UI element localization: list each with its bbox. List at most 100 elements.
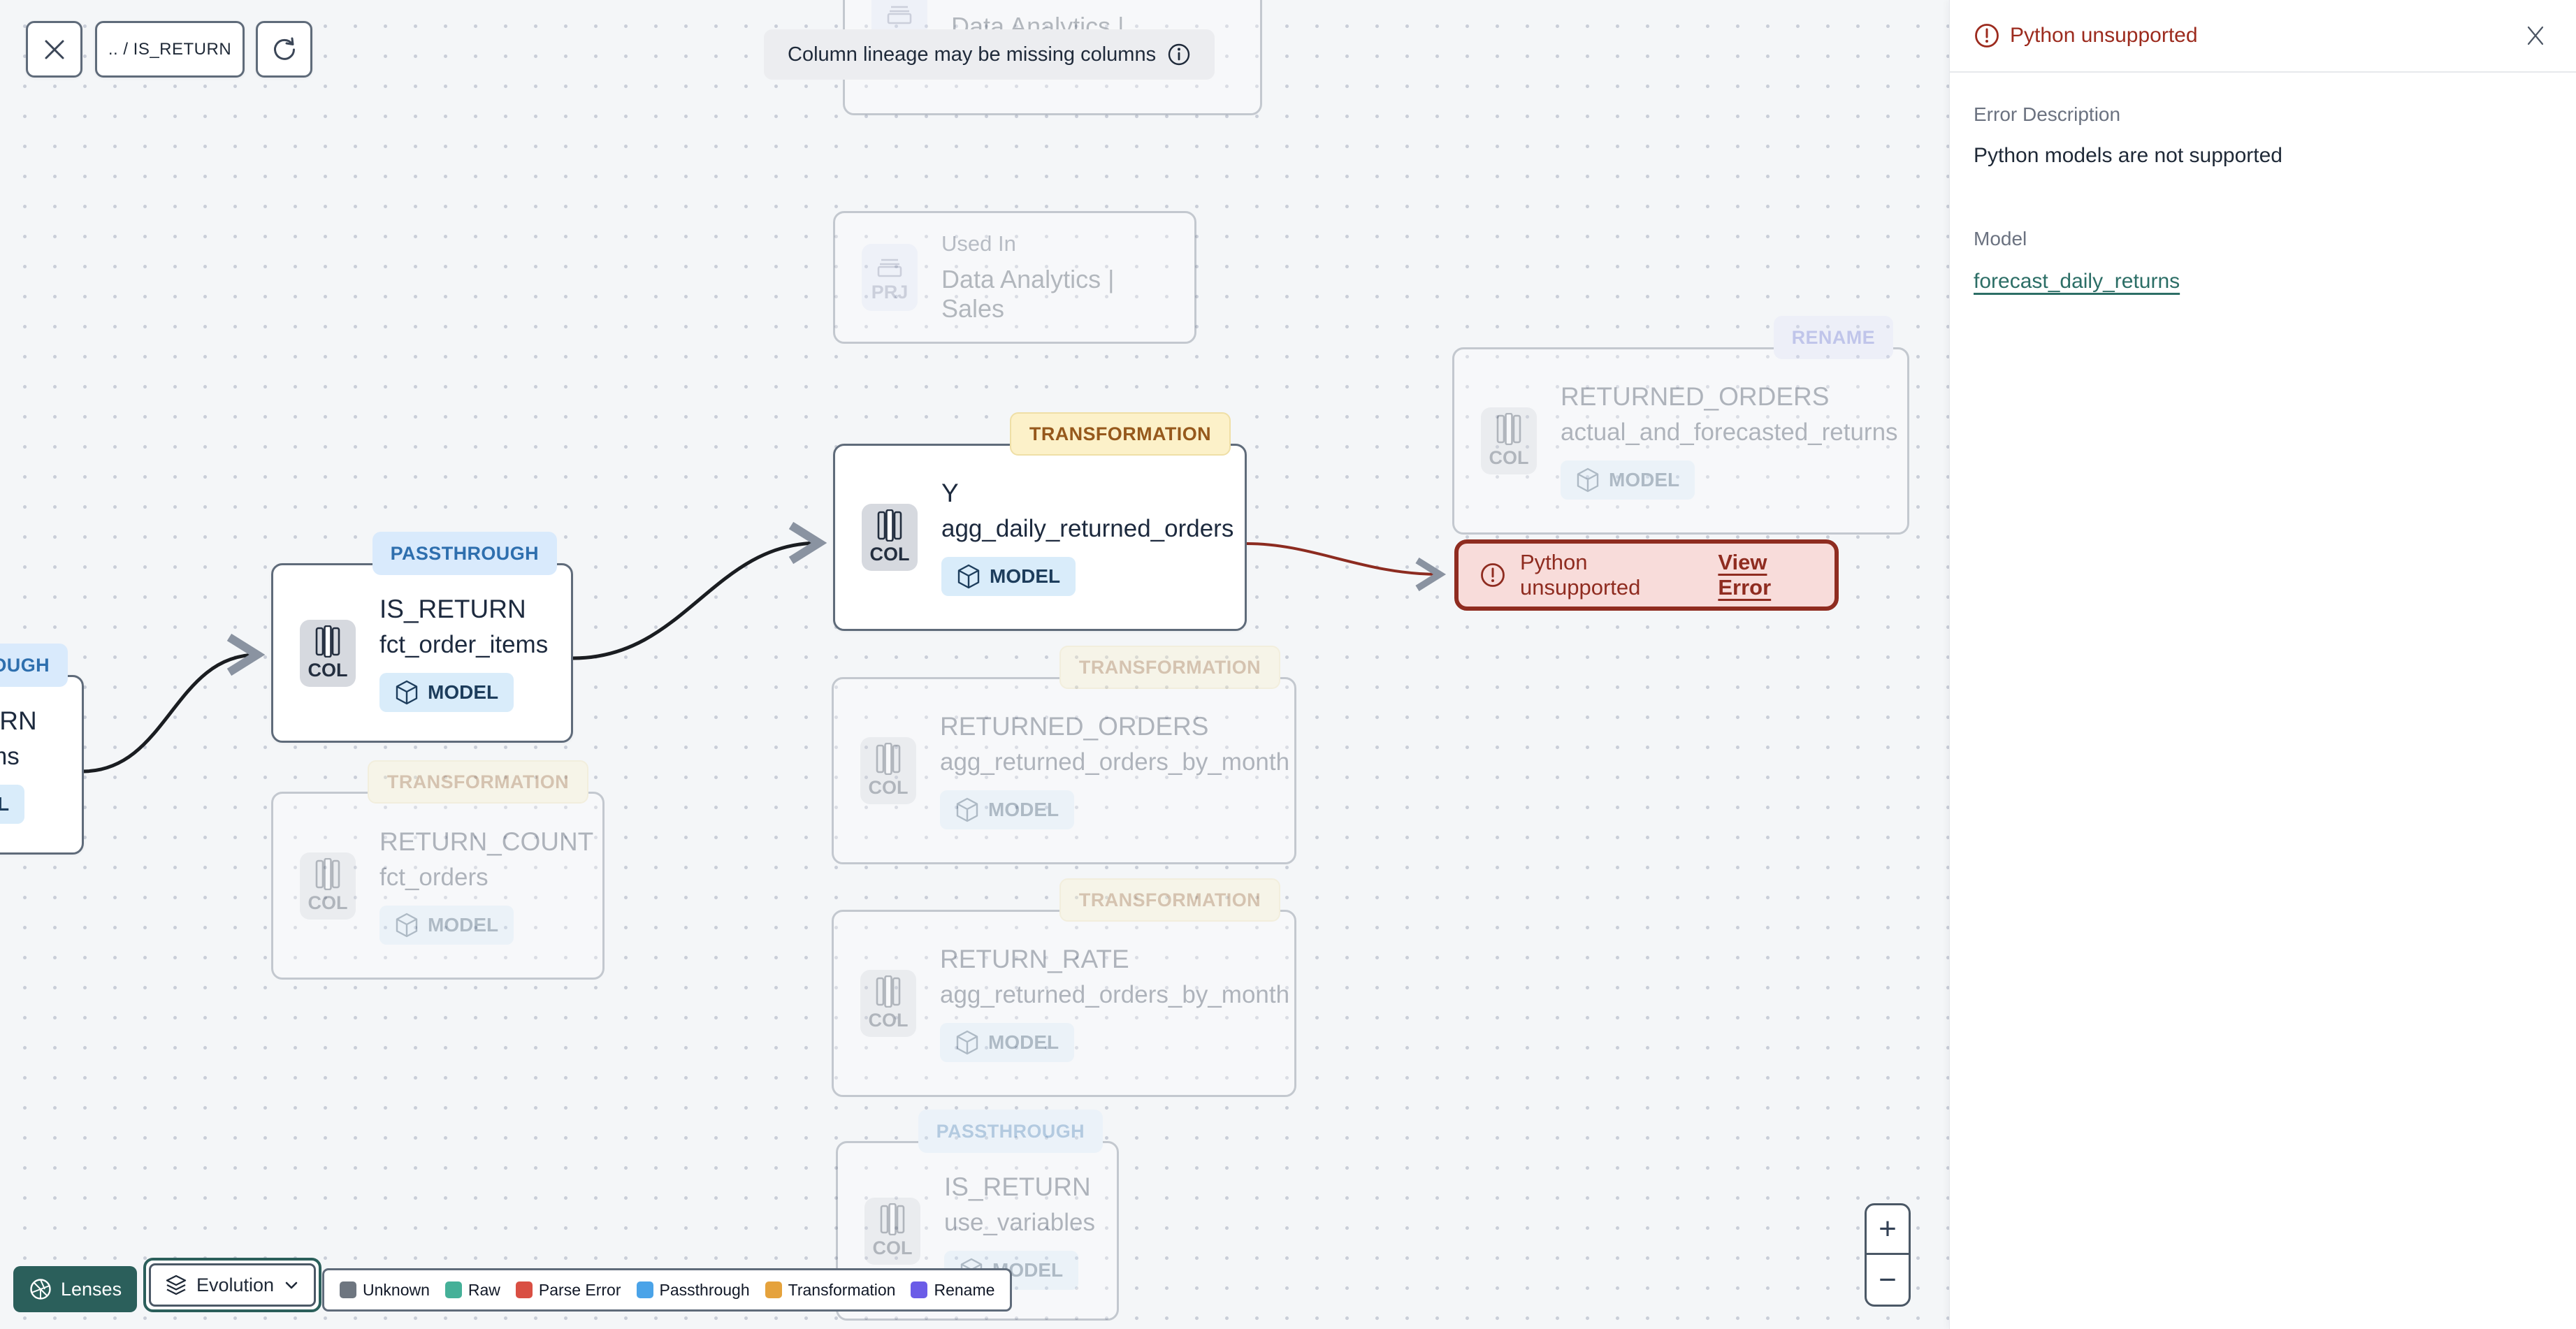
banner-text: Column lineage may be missing columns: [788, 43, 1157, 66]
node-type-badge: TRANSFORMATION: [1009, 412, 1231, 456]
legend-item-raw: Raw: [444, 1281, 500, 1300]
node-title: RETURNED_ORDERS: [940, 712, 1209, 741]
node-title: RETURN_RATE: [940, 945, 1129, 973]
column-badge: COL: [860, 737, 916, 804]
legend-item-passthrough: Passthrough: [636, 1281, 750, 1300]
column-icon: [875, 509, 904, 542]
info-icon[interactable]: [1167, 43, 1191, 66]
node-subtitle: use_variables: [944, 1208, 1095, 1236]
model-chip: MODEL: [1561, 460, 1695, 500]
model-cube-icon: [395, 680, 419, 705]
node-type-badge: PASSTHROUGH: [0, 644, 68, 687]
edge-isreturn-to-aggdaily: [572, 543, 819, 660]
zoom-out-button[interactable]: −: [1867, 1255, 1909, 1305]
column-badge: COL: [860, 970, 916, 1037]
node-subtitle: fct_order_items: [379, 630, 549, 658]
close-icon: [2527, 26, 2544, 45]
column-icon: [1494, 413, 1524, 445]
column-icon: [874, 743, 903, 775]
node-is-return-upstream[interactable]: PASSTHROUGH COL IS_RETURN order_items MO…: [0, 644, 84, 855]
model-chip: MODEL: [940, 1023, 1075, 1062]
node-return-count[interactable]: TRANSFORMATION COL RETURN_COUNT fct_orde…: [271, 760, 605, 980]
node-used-in-sales[interactable]: PRJ Used In Data Analytics | Sales: [833, 211, 1196, 344]
legend-item-rename: Rename: [911, 1281, 994, 1300]
error-description-value: Python models are not supported: [1974, 144, 2282, 167]
node-type-badge: PASSTHROUGH: [372, 532, 557, 575]
error-node-label: Python unsupported: [1520, 550, 1641, 600]
column-badge: COL: [300, 852, 356, 920]
project-badge: PRJ: [862, 244, 918, 311]
node-title: RETURN_COUNT: [379, 827, 594, 856]
column-icon: [313, 857, 342, 890]
error-panel-body: Error Description Python models are not …: [1950, 73, 2576, 324]
model-cube-icon: [395, 913, 419, 938]
refresh-button[interactable]: [256, 21, 312, 78]
node-title: IS_RETURN: [0, 706, 37, 735]
zoom-in-button[interactable]: +: [1867, 1205, 1909, 1255]
model-cube-icon: [957, 564, 981, 589]
node-type-badge: PASSTHROUGH: [918, 1110, 1103, 1153]
node-subtitle: fct_orders: [379, 863, 489, 891]
legend-item-unknown: Unknown: [340, 1281, 430, 1300]
lenses-aperture-icon: [30, 1279, 51, 1300]
node-subtitle: agg_daily_returned_orders: [941, 515, 1234, 542]
edge-aggdaily-to-error: [1246, 542, 1440, 574]
node-title: IS_RETURN: [379, 594, 526, 623]
refresh-icon: [273, 37, 295, 60]
node-type-badge: TRANSFORMATION: [1059, 646, 1280, 689]
column-badge: COL: [1481, 407, 1537, 474]
zoom-controls: + −: [1865, 1203, 1911, 1307]
node-subtitle: actual_and_forecasted_returns: [1561, 419, 1898, 446]
error-description-label: Error Description: [1974, 103, 2121, 125]
legend-swatch: [636, 1281, 653, 1298]
model-chip: MODEL: [379, 905, 514, 945]
close-lineage-button[interactable]: [26, 21, 82, 78]
legend-swatch: [340, 1281, 356, 1298]
column-icon: [878, 1203, 907, 1235]
project-icon: [885, 0, 913, 27]
node-subtitle: Data Analytics | Sales: [941, 265, 1115, 323]
node-title: IS_RETURN: [944, 1172, 1091, 1201]
model-link[interactable]: forecast_daily_returns: [1974, 270, 2180, 293]
lens-legend: Unknown Raw Parse Error Passthrough Tran…: [322, 1268, 1013, 1312]
column-badge: COL: [300, 619, 356, 687]
layers-icon: [166, 1274, 187, 1295]
legend-item-parse-error: Parse Error: [515, 1281, 621, 1300]
error-panel-header: Python unsupported: [1950, 0, 2576, 73]
model-chip: MODEL: [941, 557, 1076, 596]
lineage-canvas[interactable]: PRJ Used In Data Analytics | Marketing P…: [0, 0, 1949, 1329]
node-subtitle: agg_returned_orders_by_month: [940, 748, 1290, 776]
error-panel-title: Python unsupported: [1974, 22, 2198, 49]
model-label: Model: [1974, 228, 2027, 249]
node-subtitle: order_items: [0, 742, 20, 770]
view-error-link[interactable]: View Error: [1718, 550, 1814, 600]
node-agg-daily-returned-orders[interactable]: TRANSFORMATION COL Y agg_daily_returned_…: [833, 412, 1247, 631]
legend-swatch: [765, 1281, 782, 1298]
node-title: RETURNED_ORDERS: [1561, 382, 1830, 411]
column-badge: COL: [864, 1197, 920, 1265]
panel-close-button[interactable]: [2519, 19, 2552, 52]
edge-upstream-to-isreturn: [82, 655, 257, 774]
column-badge: COL: [862, 504, 918, 571]
lens-select-focus-ring: Evolution: [143, 1258, 322, 1312]
model-chip: MODEL: [940, 790, 1075, 829]
node-subtitle: agg_returned_orders_by_month: [940, 981, 1290, 1008]
breadcrumb[interactable]: .. / IS_RETURN: [95, 21, 245, 78]
python-unsupported-error-node[interactable]: Python unsupported View Error: [1454, 539, 1839, 611]
node-returned-orders-rename[interactable]: RENAME COL RETURNED_ORDERS actual_and_fo…: [1452, 316, 1909, 535]
warning-icon: [1974, 22, 2000, 49]
warning-icon: [1479, 562, 1506, 588]
lenses-button[interactable]: Lenses: [13, 1266, 138, 1312]
node-returned-orders-by-month[interactable]: TRANSFORMATION COL RETURNED_ORDERS agg_r…: [832, 646, 1296, 864]
model-cube-icon: [1576, 467, 1600, 493]
lens-select[interactable]: Evolution: [149, 1263, 317, 1307]
legend-item-transformation: Transformation: [765, 1281, 895, 1300]
model-chip: MODEL: [0, 784, 25, 824]
node-return-rate[interactable]: TRANSFORMATION COL RETURN_RATE agg_retur…: [832, 878, 1296, 1097]
node-is-return-fct-order-items[interactable]: PASSTHROUGH COL IS_RETURN fct_order_item…: [271, 532, 573, 743]
chevron-down-icon: [285, 1281, 298, 1289]
legend-swatch: [911, 1281, 928, 1298]
legend-swatch: [444, 1281, 462, 1298]
node-type-badge: TRANSFORMATION: [1059, 878, 1280, 922]
model-chip: MODEL: [379, 672, 514, 712]
